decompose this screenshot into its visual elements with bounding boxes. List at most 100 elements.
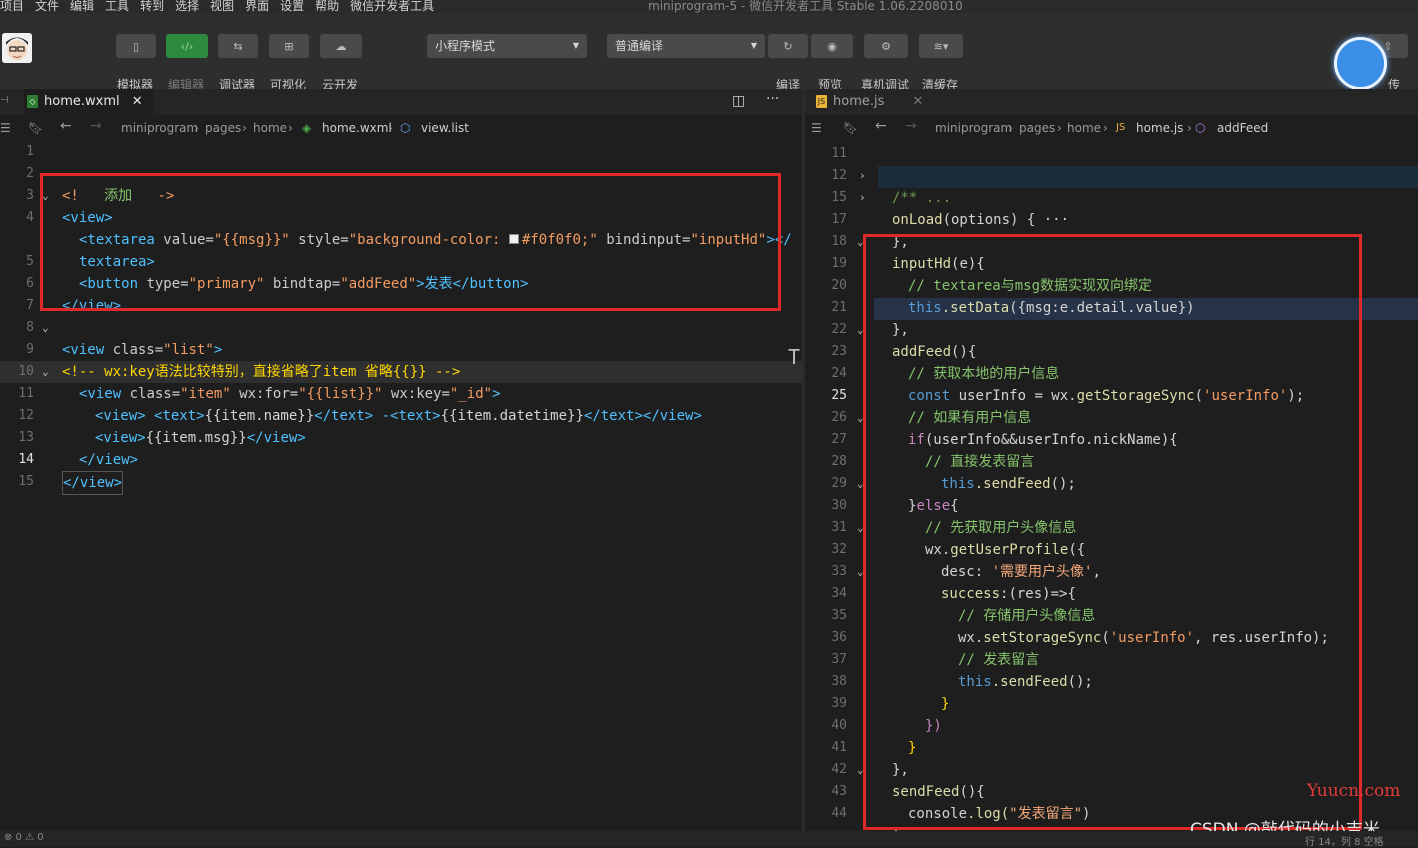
mode-select[interactable]: 小程序模式 ▼ [427, 34, 587, 58]
chevron-right-icon: › [1057, 121, 1062, 135]
chevron-right-icon: › [388, 121, 393, 135]
bookmark-icon[interactable]: 🔖︎ [843, 121, 858, 135]
menu-goto[interactable]: 转到 [140, 0, 164, 14]
back-icon[interactable]: ← [875, 118, 887, 134]
breadcrumb-item[interactable]: pages [205, 121, 241, 135]
forward-icon[interactable]: → [90, 118, 102, 134]
list-icon[interactable]: ☰ [811, 121, 822, 135]
visual-button[interactable]: ⊞ [269, 34, 309, 58]
menu-project[interactable]: 项目 [0, 0, 24, 14]
breadcrumb-item[interactable]: home.wxml [322, 121, 392, 135]
breadcrumb-item[interactable]: home.js [1136, 121, 1183, 135]
breadcrumb: ☰ 🔖︎ ← → miniprogram › pages › home › JS… [805, 115, 1418, 141]
refresh-icon: ↻ [783, 39, 793, 53]
chevron-down-icon: ▼ [572, 41, 579, 50]
line-number: 13 [18, 430, 34, 445]
cloud-icon: ☁ [335, 39, 347, 53]
line-number: 7 [26, 298, 34, 313]
avatar[interactable] [2, 33, 32, 63]
fold-collapsed-icon[interactable]: › [859, 165, 866, 187]
breadcrumb-item[interactable]: miniprogram [121, 121, 198, 135]
line-number: 18 [831, 234, 847, 249]
remote-debug-button[interactable]: ⚙ [864, 34, 908, 58]
line-number: 23 [831, 344, 847, 359]
chevron-right-icon: › [242, 121, 247, 135]
editor-button[interactable]: ‹/› [166, 34, 208, 58]
line-number: 29 [831, 476, 847, 491]
menu-tools[interactable]: 工具 [105, 0, 129, 14]
close-icon[interactable]: ✕ [913, 94, 924, 109]
right-tabbar: JS home.js ✕ [805, 89, 1418, 115]
cloud-button[interactable]: ☁ [320, 34, 362, 58]
line-number: 14 [18, 452, 34, 467]
menu-view[interactable]: 视图 [210, 0, 234, 14]
chevron-right-icon: › [194, 121, 199, 135]
left-tabbar: ⊣ ◇ home.wxml ✕ ◫ ··· [0, 89, 802, 115]
menu-wechat-devtools[interactable]: 微信开发者工具 [350, 0, 434, 14]
compile-button[interactable]: ↻ [768, 34, 808, 58]
menu-help[interactable]: 帮助 [315, 0, 339, 14]
line-number: 9 [26, 342, 34, 357]
line-number: 20 [831, 278, 847, 293]
tab-label: home.js [833, 94, 885, 109]
js-file-icon: JS [816, 95, 827, 108]
bookmark-icon[interactable]: 🔖︎ [28, 121, 43, 135]
debugger-button[interactable]: ⇆ [218, 34, 258, 58]
breadcrumb-item[interactable]: pages [1019, 121, 1055, 135]
line-number: 34 [831, 586, 847, 601]
line-number: 40 [831, 718, 847, 733]
cursor-position[interactable]: 行 14，列 8 空格 [1305, 833, 1384, 848]
line-number: 1 [26, 144, 34, 159]
back-icon[interactable]: ← [60, 118, 72, 134]
clear-cache-button[interactable]: ≋▾ [919, 34, 963, 58]
line-number: 2 [26, 166, 34, 181]
menu-edit[interactable]: 编辑 [70, 0, 94, 14]
line-number: 31 [831, 520, 847, 535]
fold-collapsed-icon[interactable]: › [859, 187, 866, 209]
fold-icon[interactable]: ⌄ [42, 317, 49, 339]
window-title: miniprogram-5 - 微信开发者工具 Stable 1.06.2208… [648, 0, 963, 13]
line-number: 5 [26, 254, 34, 269]
more-icon[interactable]: ··· [766, 91, 779, 107]
panel-toggle-icon[interactable]: ⊣ [0, 95, 9, 106]
tab-label: home.wxml [44, 94, 120, 109]
watermark-yuucn: Yuucn.com [1307, 781, 1401, 801]
menu-select[interactable]: 选择 [175, 0, 199, 14]
breadcrumb-item[interactable]: view.list [421, 121, 469, 135]
breadcrumb-item[interactable]: home [1067, 121, 1101, 135]
close-icon[interactable]: ✕ [132, 94, 143, 109]
debug-icon: ⇆ [233, 39, 243, 53]
split-editor-icon[interactable]: ◫ [732, 93, 745, 109]
line-number: 22 [831, 322, 847, 337]
menu-interface[interactable]: 界面 [245, 0, 269, 14]
compile-mode-select[interactable]: 普通编译 ▼ [607, 34, 765, 58]
line-number: 30 [831, 498, 847, 513]
menu-settings[interactable]: 设置 [280, 0, 304, 14]
phone-icon: ▯ [132, 39, 140, 53]
problems-indicator[interactable]: ⊗ 0 ⚠ 0 [4, 832, 44, 843]
forward-icon[interactable]: → [905, 118, 917, 134]
breadcrumb-item[interactable]: home [253, 121, 287, 135]
line-number: 41 [831, 740, 847, 755]
line-number: 44 [831, 806, 847, 821]
chevron-right-icon: › [1008, 121, 1013, 135]
simulator-button[interactable]: ▯ [116, 34, 156, 58]
line-number: 12 [831, 168, 847, 183]
list-icon[interactable]: ☰ [0, 121, 11, 135]
breadcrumb-item[interactable]: miniprogram [935, 121, 1012, 135]
upload-icon: ⇧ [1383, 39, 1393, 53]
line-number: 25 [831, 388, 847, 403]
chevron-right-icon: › [1103, 121, 1108, 135]
line-number: 26 [831, 410, 847, 425]
menu-file[interactable]: 文件 [35, 0, 59, 14]
preview-button[interactable]: ◉ [811, 34, 853, 58]
line-number: 37 [831, 652, 847, 667]
tab-home-wxml[interactable]: ◇ home.wxml ✕ [24, 89, 153, 115]
tab-home-js[interactable]: JS home.js ✕ [813, 89, 933, 115]
fold-icon[interactable]: ⌄ [42, 361, 49, 383]
line-number: 4 [26, 210, 34, 225]
breadcrumb-item[interactable]: addFeed [1217, 121, 1268, 135]
line-number: 8 [26, 320, 34, 335]
chevron-right-icon: › [1187, 121, 1192, 135]
annotation-box-left [40, 173, 781, 311]
